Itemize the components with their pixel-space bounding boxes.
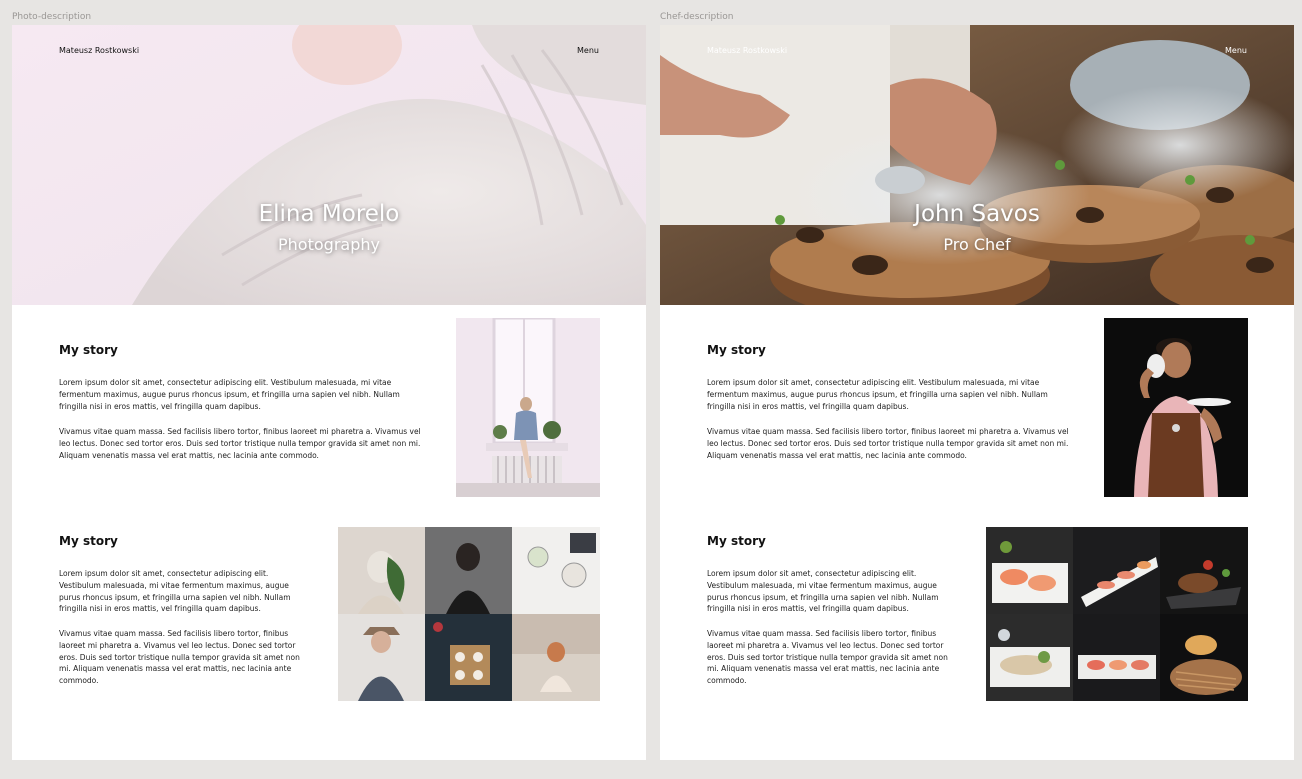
story-paragraph: Lorem ipsum dolor sit amet, consectetur … [707, 378, 1048, 411]
nav-brand[interactable]: Mateusz Rostkowski [707, 46, 787, 55]
hero-image-sweater [12, 25, 646, 305]
nav-menu-button[interactable]: Menu [577, 46, 599, 55]
chef-description-frame: Mateusz Rostkowski Menu John Savos Pro C… [660, 25, 1294, 760]
story-paragraph: Vivamus vitae quam massa. Sed facilisis … [59, 629, 300, 686]
hero-name: Elina Morelo [258, 201, 400, 227]
story-paragraph: Lorem ipsum dolor sit amet, consectetur … [59, 378, 400, 411]
hero-image-chef [660, 25, 1294, 305]
story-paragraph: Vivamus vitae quam massa. Sed facilisis … [707, 427, 1069, 460]
nav-brand[interactable]: Mateusz Rostkowski [59, 46, 139, 55]
frame-label-chef: Chef-description [660, 12, 734, 22]
story-paragraph: Lorem ipsum dolor sit amet, consectetur … [59, 569, 291, 614]
story-photo-chef [1104, 318, 1248, 497]
frame-label-photo: Photo-description [12, 12, 92, 22]
story-title: My story [59, 534, 118, 548]
photo-description-frame: Mateusz Rostkowski Menu Elina Morelo Pho… [12, 25, 646, 760]
hero-section: Mateusz Rostkowski Menu Elina Morelo Pho… [12, 25, 646, 305]
story-photo-grid-food [986, 527, 1248, 701]
story-title: My story [707, 343, 766, 357]
story-title: My story [59, 343, 118, 357]
hero-name: John Savos [914, 201, 1040, 227]
story-paragraph: Lorem ipsum dolor sit amet, consectetur … [707, 569, 939, 614]
story-photo-grid [338, 527, 600, 701]
hero-role: Pro Chef [943, 235, 1011, 254]
hero-role: Photography [278, 235, 380, 254]
hero-section: Mateusz Rostkowski Menu John Savos Pro C… [660, 25, 1294, 305]
story-paragraph: Vivamus vitae quam massa. Sed facilisis … [707, 629, 948, 686]
story-paragraph: Vivamus vitae quam massa. Sed facilisis … [59, 427, 421, 460]
story-title: My story [707, 534, 766, 548]
story-photo-window [456, 318, 600, 497]
nav-menu-button[interactable]: Menu [1225, 46, 1247, 55]
